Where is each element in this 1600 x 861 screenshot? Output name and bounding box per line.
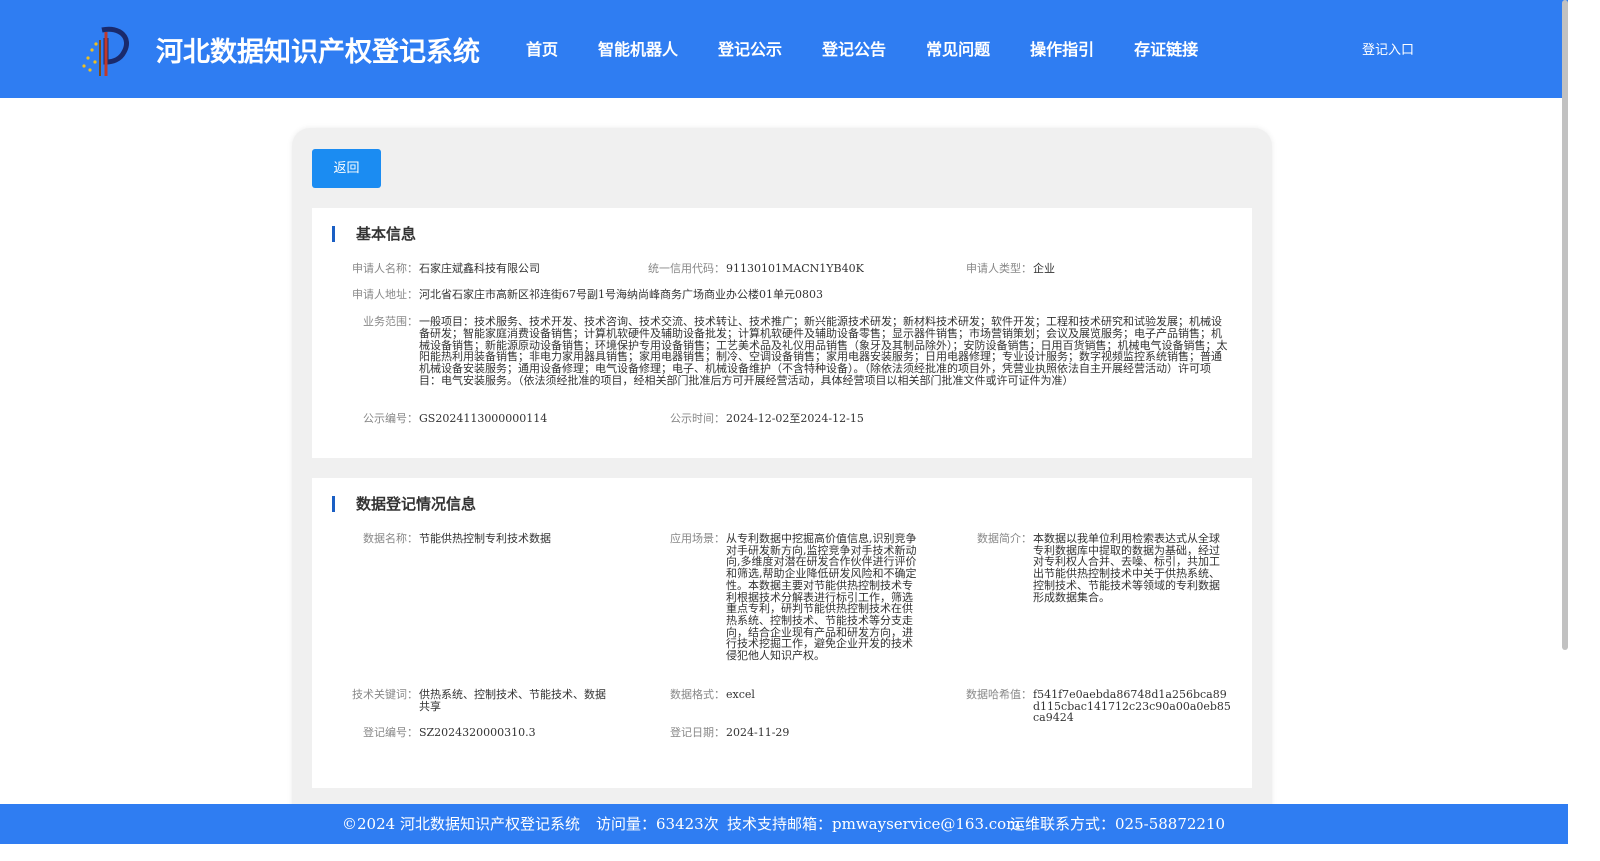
scrollbar-track[interactable] xyxy=(1568,0,1600,861)
credit-code-value: 91130101MACN1YB40K xyxy=(726,262,864,275)
data-name-label: 数据名称： xyxy=(363,532,418,545)
footer-copyright: ©2024 河北数据知识产权登记系统 xyxy=(342,815,580,833)
nav-faq[interactable]: 常见问题 xyxy=(926,36,990,60)
login-link[interactable]: 登记入口 xyxy=(1362,39,1414,58)
data-name-value: 节能供热控制专利技术数据 xyxy=(419,532,551,545)
nav-registration-announcement[interactable]: 登记公告 xyxy=(822,36,886,60)
notice-time-value: 2024-12-02至2024-12-15 xyxy=(726,412,864,425)
scrollbar-thumb[interactable] xyxy=(1562,0,1568,650)
format-value: excel xyxy=(726,688,755,701)
keywords-label: 技术关键词： xyxy=(352,688,418,701)
section-title-data-registration: 数据登记情况信息 xyxy=(332,496,476,512)
format-label: 数据格式： xyxy=(670,688,725,701)
intro-value: 本数据以我单位利用检索表达式从全球专利数据库中提取的数据为基础，经过对专利权人合… xyxy=(1033,533,1220,604)
main-nav: 首页 智能机器人 登记公示 登记公告 常见问题 操作指引 存证链接 xyxy=(526,36,1238,60)
footer: ©2024 河北数据知识产权登记系统 访问量：63423次 技术支持邮箱：pmw… xyxy=(0,804,1568,844)
back-button[interactable]: 返回 xyxy=(312,149,381,188)
footer-visits: 访问量：63423次 xyxy=(596,815,719,833)
credit-code-label: 统一信用代码： xyxy=(648,262,725,275)
address-label: 申请人地址： xyxy=(352,288,418,301)
applicant-name-label: 申请人名称： xyxy=(352,262,418,275)
reg-no-label: 登记编号： xyxy=(363,726,418,739)
scope-label: 业务范围： xyxy=(363,315,418,328)
reg-date-label: 登记日期： xyxy=(670,726,725,739)
section-title-basic-info: 基本信息 xyxy=(332,226,416,242)
footer-phone: 运维联系方式：025-58872210 xyxy=(1010,815,1226,833)
scenario-label: 应用场景： xyxy=(670,532,725,545)
hash-label: 数据哈希值： xyxy=(966,688,1032,701)
logo-icon xyxy=(82,26,129,76)
nav-robot[interactable]: 智能机器人 xyxy=(598,36,678,60)
reg-no-value: SZ2024320000310.3 xyxy=(419,726,536,739)
reg-date-value: 2024-11-29 xyxy=(726,726,790,739)
applicant-type-value: 企业 xyxy=(1033,262,1055,275)
site-title: 河北数据知识产权登记系统 xyxy=(156,37,480,68)
basic-info-section: 基本信息 申请人名称： 石家庄斌鑫科技有限公司 统一信用代码： 91130101… xyxy=(312,208,1252,458)
hash-value: f541f7e0aebda86748d1a256bca89d115cbac141… xyxy=(1033,688,1231,725)
intro-label: 数据简介： xyxy=(977,532,1032,545)
footer-email: 技术支持邮箱：pmwayservice@163.com xyxy=(727,815,1021,833)
detail-card: 返回 基本信息 申请人名称： 石家庄斌鑫科技有限公司 统一信用代码： 91130… xyxy=(292,128,1272,828)
nav-evidence-link[interactable]: 存证链接 xyxy=(1134,36,1198,60)
header: 河北数据知识产权登记系统 首页 智能机器人 登记公示 登记公告 常见问题 操作指… xyxy=(0,0,1568,98)
keywords-value: 供热系统、控制技术、节能技术、数据共享 xyxy=(419,688,606,713)
nav-guide[interactable]: 操作指引 xyxy=(1030,36,1094,60)
scope-value: 一般项目：技术服务、技术开发、技术咨询、技术交流、技术转让、技术推广；新兴能源技… xyxy=(419,316,1228,387)
notice-no-value: GS2024113000000114 xyxy=(419,412,548,425)
nav-home[interactable]: 首页 xyxy=(526,36,558,60)
scenario-value: 从专利数据中挖掘高价值信息,识别竞争对手研发新方向,监控竞争对手技术新动向,多维… xyxy=(726,533,917,662)
notice-no-label: 公示编号： xyxy=(363,412,418,425)
footer-bottom-strip xyxy=(0,844,1568,861)
nav-registration-publicity[interactable]: 登记公示 xyxy=(718,36,782,60)
notice-time-label: 公示时间： xyxy=(670,412,725,425)
applicant-name-value: 石家庄斌鑫科技有限公司 xyxy=(419,262,540,275)
address-value: 河北省石家庄市高新区祁连街67号副1号海纳尚峰商务广场商业办公楼01单元0803 xyxy=(419,288,823,301)
data-registration-section: 数据登记情况信息 数据名称： 节能供热控制专利技术数据 应用场景： 从专利数据中… xyxy=(312,478,1252,788)
applicant-type-label: 申请人类型： xyxy=(966,262,1032,275)
